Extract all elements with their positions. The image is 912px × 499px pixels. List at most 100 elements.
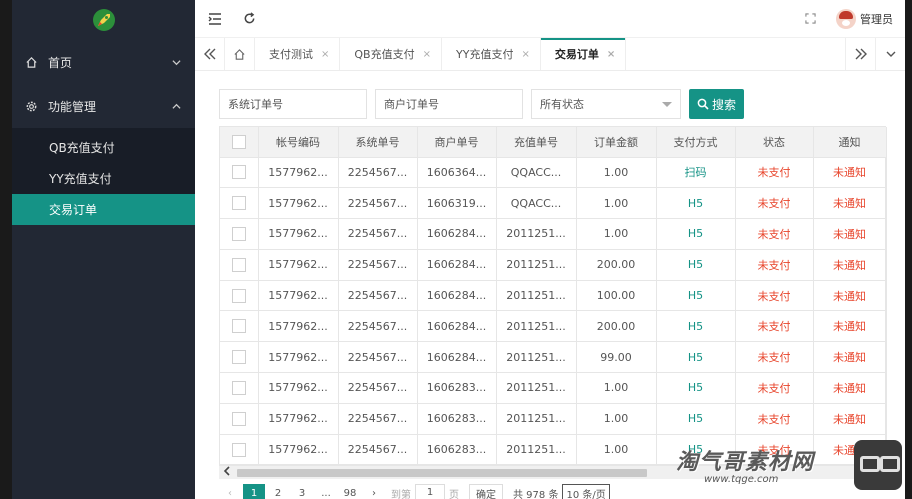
row-select-cell[interactable] (220, 310, 259, 343)
table-cell: 1606284... (417, 310, 497, 343)
tab-yy-pay[interactable]: YY充值支付 × (442, 38, 541, 70)
column-header[interactable]: 充值单号 (496, 127, 577, 158)
gear-icon (24, 99, 38, 113)
caret-down-icon (662, 101, 672, 107)
tab-orders[interactable]: 交易订单 × (540, 38, 627, 70)
row-checkbox[interactable] (231, 319, 246, 334)
table-cell: 2011251... (496, 372, 577, 404)
table-cell: 2254567... (338, 157, 418, 189)
row-select-cell[interactable] (220, 280, 259, 312)
table-cell: 未通知 (813, 280, 887, 312)
row-select-cell[interactable] (220, 218, 259, 250)
user-name: 管理员 (860, 12, 893, 26)
column-header[interactable]: 帐号编码 (258, 127, 339, 158)
table-cell: 2011251... (496, 218, 577, 250)
row-checkbox[interactable] (231, 288, 246, 303)
column-header[interactable]: 通知 (813, 127, 887, 158)
table-row[interactable]: 1577962... 2254567... 1606319... QQACC... 1.… (220, 187, 887, 220)
logo[interactable] (12, 0, 195, 40)
tab-pay-test[interactable]: 支付测试 × (255, 38, 341, 70)
scrollbar-thumb[interactable] (237, 469, 647, 477)
prev-page-button[interactable]: ‹ (219, 484, 241, 499)
table-row[interactable]: 1577962... 2254567... 1606283... 2011251...… (220, 372, 887, 404)
row-checkbox[interactable] (231, 442, 246, 457)
table-cell: 1606284... (417, 341, 497, 374)
table-cell: H5 (656, 280, 736, 312)
row-select-cell[interactable] (220, 249, 259, 281)
table-cell: 1.00 (576, 218, 657, 250)
row-checkbox[interactable] (231, 411, 246, 426)
scroll-left-arrow-icon[interactable] (223, 466, 231, 479)
select-all-checkbox[interactable] (231, 134, 246, 149)
row-select-cell[interactable] (220, 157, 259, 189)
tabbar-right (845, 38, 905, 70)
column-header[interactable]: 系统单号 (338, 127, 418, 158)
sidebar-item-yy-pay[interactable]: YY充值支付 (12, 163, 195, 194)
table-cell: 1606364... (417, 157, 497, 189)
row-select-cell[interactable] (220, 372, 259, 404)
status-select[interactable]: 所有状态 (531, 89, 681, 119)
goto-page-input[interactable]: 1 (415, 484, 445, 499)
page-2-button[interactable]: 2 (267, 484, 289, 499)
tabs-scroll-right-button[interactable] (845, 38, 875, 70)
row-select-cell[interactable] (220, 403, 259, 435)
search-button[interactable]: 搜索 (689, 89, 744, 119)
fullscreen-icon[interactable] (802, 11, 818, 27)
table-cell: 1606284... (417, 218, 497, 250)
row-checkbox[interactable] (231, 226, 246, 241)
watermark: 淘气哥素材网 www.tqge.com (672, 440, 904, 496)
table-cell: 1.00 (576, 434, 657, 466)
table-row[interactable]: 1577962... 2254567... 1606284... 2011251...… (220, 341, 887, 374)
table-header: 帐号编码 系统单号 商户单号 充值单号 订单金额 支付方式 状态 通知 (220, 127, 887, 158)
row-checkbox[interactable] (231, 196, 246, 211)
refresh-icon[interactable] (241, 11, 257, 27)
tab-qb-pay[interactable]: QB充值支付 × (340, 38, 442, 70)
table-cell: 1.00 (576, 187, 657, 220)
row-select-cell[interactable] (220, 341, 259, 374)
column-header[interactable]: 商户单号 (417, 127, 497, 158)
table-cell: 未支付 (735, 187, 814, 220)
tabs-menu-button[interactable] (875, 38, 905, 70)
close-icon[interactable]: × (321, 49, 329, 60)
user-menu[interactable]: 管理员 (836, 8, 893, 29)
table-row[interactable]: 1577962... 2254567... 1606364... QQACC... 1.… (220, 157, 887, 189)
page-98-button[interactable]: 98 (339, 484, 361, 499)
row-checkbox[interactable] (231, 350, 246, 365)
row-checkbox[interactable] (231, 380, 246, 395)
row-select-cell[interactable] (220, 434, 259, 466)
sidebar-group-functions[interactable]: 功能管理 (12, 84, 195, 128)
row-checkbox[interactable] (231, 165, 246, 180)
column-header[interactable]: 状态 (735, 127, 814, 158)
table-row[interactable]: 1577962... 2254567... 1606284... 2011251...… (220, 280, 887, 312)
sidebar-item-qb-pay[interactable]: QB充值支付 (12, 132, 195, 163)
table-row[interactable]: 1577962... 2254567... 1606284... 2011251...… (220, 218, 887, 250)
sidebar-group-home[interactable]: 首页 (12, 40, 195, 84)
column-header[interactable]: 支付方式 (656, 127, 736, 158)
row-checkbox[interactable] (231, 257, 246, 272)
system-order-input[interactable]: 系统订单号 (219, 89, 367, 119)
close-icon[interactable]: × (607, 49, 615, 60)
header-select-all[interactable] (220, 127, 259, 158)
page-size-select[interactable]: 10 条/页 (562, 484, 610, 499)
menu-collapse-icon[interactable] (207, 11, 223, 27)
table-row[interactable]: 1577962... 2254567... 1606284... 2011251...… (220, 249, 887, 281)
chevron-down-icon (171, 57, 181, 67)
close-icon[interactable]: × (423, 49, 431, 60)
row-select-cell[interactable] (220, 187, 259, 220)
table-cell: H5 (656, 403, 736, 435)
table-row[interactable]: 1577962... 2254567... 1606283... 2011251...… (220, 403, 887, 435)
goto-confirm-button[interactable]: 确定 (469, 484, 503, 499)
column-header[interactable]: 订单金额 (576, 127, 657, 158)
tab-label: 交易订单 (554, 48, 599, 61)
table-cell: 2011251... (496, 310, 577, 343)
table-row[interactable]: 1577962... 2254567... 1606284... 2011251...… (220, 310, 887, 343)
table-cell: 未通知 (813, 341, 887, 374)
next-page-button[interactable]: › (363, 484, 385, 499)
sidebar-item-orders[interactable]: 交易订单 (12, 194, 195, 225)
close-icon[interactable]: × (521, 49, 529, 60)
merchant-order-input[interactable]: 商户订单号 (375, 89, 523, 119)
tabs-scroll-left-button[interactable] (195, 38, 225, 70)
home-tab-button[interactable] (225, 38, 255, 70)
page-3-button[interactable]: 3 (291, 484, 313, 499)
page-1-button[interactable]: 1 (243, 484, 265, 499)
